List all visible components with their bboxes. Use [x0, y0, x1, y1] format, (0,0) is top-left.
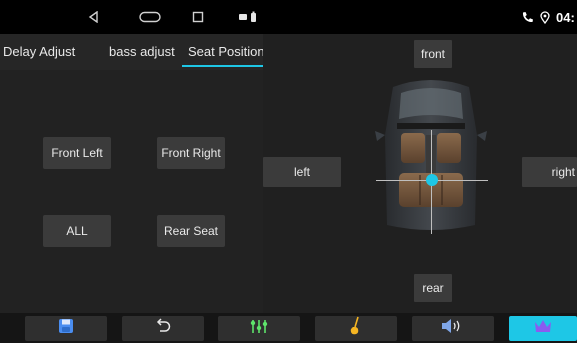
all-seats-button[interactable]: ALL	[43, 215, 111, 247]
seat-position-handle[interactable]	[426, 174, 438, 186]
seat-preset-panel	[0, 70, 263, 313]
undo-icon	[154, 317, 172, 340]
front-button[interactable]: front	[414, 40, 452, 68]
tab-bass-adjust[interactable]: bass adjust	[109, 34, 175, 70]
rear-seat-button[interactable]: Rear Seat	[157, 215, 225, 247]
phone-icon	[520, 9, 534, 25]
active-tab-indicator	[182, 65, 263, 67]
clock-time: 04:	[556, 10, 575, 25]
home-pill-icon[interactable]	[138, 9, 162, 25]
crown-icon	[533, 318, 553, 339]
recents-square-icon[interactable]	[191, 9, 205, 25]
speaker-icon	[441, 318, 465, 339]
speaker-button[interactable]	[412, 316, 494, 341]
save-icon	[58, 318, 74, 339]
equalizer-icon	[249, 318, 269, 339]
front-left-button[interactable]: Front Left	[43, 137, 111, 169]
undo-button[interactable]	[122, 316, 204, 341]
premium-button[interactable]	[509, 316, 577, 341]
instrument-button[interactable]	[315, 316, 397, 341]
tab-delay-adjust[interactable]: Delay Adjust	[3, 34, 75, 70]
equalizer-button[interactable]	[218, 316, 300, 341]
rear-button[interactable]: rear	[414, 274, 452, 302]
back-triangle-icon[interactable]	[87, 9, 101, 25]
location-pin-icon	[539, 9, 551, 25]
save-button[interactable]	[25, 316, 107, 341]
left-button[interactable]: left	[263, 157, 341, 187]
right-button-label: right	[551, 165, 575, 179]
notification-icons	[237, 9, 259, 25]
guitar-icon	[349, 316, 363, 341]
right-button[interactable]: right	[522, 157, 577, 187]
status-bar: 04:	[0, 0, 577, 34]
front-right-button[interactable]: Front Right	[157, 137, 225, 169]
